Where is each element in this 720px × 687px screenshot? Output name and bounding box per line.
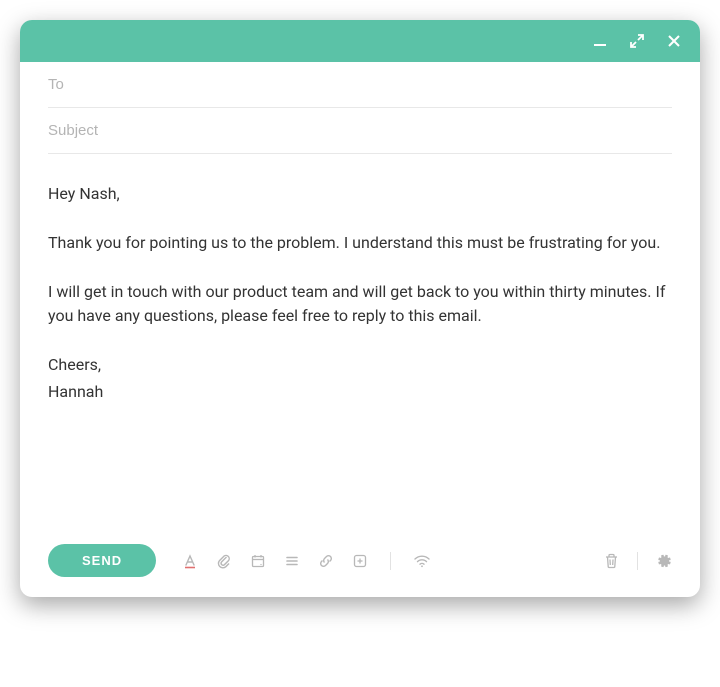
toolbar-separator [390,552,391,570]
text-format-icon[interactable] [182,553,198,569]
body-greeting: Hey Nash, [48,182,672,207]
compose-window: Hey Nash, Thank you for pointing us to t… [20,20,700,597]
format-tools [182,552,431,570]
wifi-icon[interactable] [413,553,431,569]
toolbar-right [604,552,672,570]
attachment-icon[interactable] [216,553,232,569]
minimize-icon[interactable] [592,33,608,49]
to-input[interactable] [48,62,672,107]
body-paragraph: Thank you for pointing us to the problem… [48,231,672,256]
trash-icon[interactable] [604,553,619,569]
titlebar [20,20,700,62]
body-paragraph: I will get in touch with our product tea… [48,280,672,330]
close-icon[interactable] [666,33,682,49]
toolbar-separator [637,552,638,570]
list-icon[interactable] [284,553,300,569]
body-closing: Cheers, [48,353,672,378]
header-fields [20,62,700,154]
expand-icon[interactable] [630,34,644,48]
send-button[interactable]: SEND [48,544,156,577]
subject-row [48,108,672,154]
link-icon[interactable] [318,553,334,569]
calendar-icon[interactable] [250,553,266,569]
compose-toolbar: SEND [20,534,700,597]
gear-icon[interactable] [656,553,672,569]
to-row [48,62,672,108]
message-body[interactable]: Hey Nash, Thank you for pointing us to t… [20,154,700,534]
subject-input[interactable] [48,108,672,153]
body-signature: Hannah [48,380,672,405]
insert-icon[interactable] [352,553,368,569]
